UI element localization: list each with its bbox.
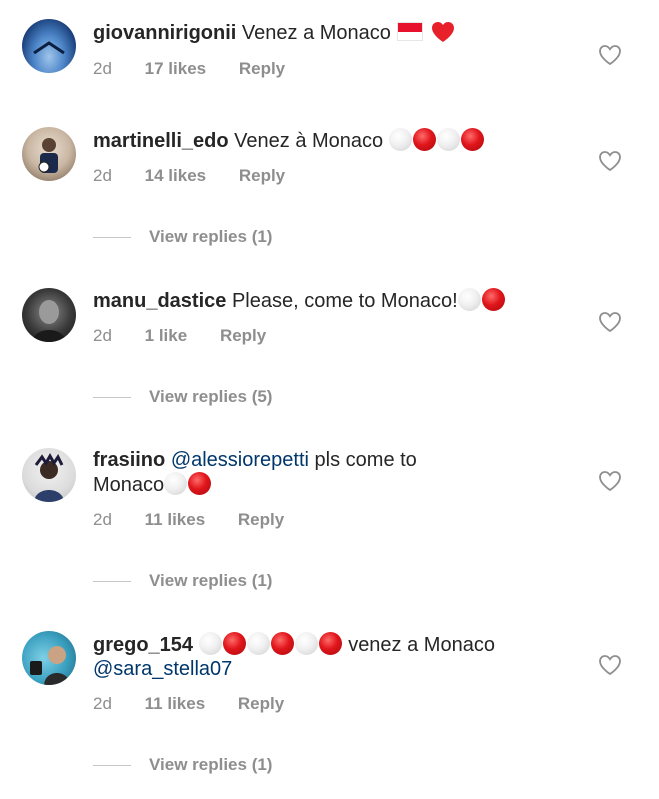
comment-body: venez a Monaco bbox=[348, 634, 495, 656]
reply-button[interactable]: Reply bbox=[239, 59, 285, 79]
divider bbox=[93, 765, 131, 767]
divider bbox=[93, 397, 131, 399]
white-circle-icon bbox=[246, 632, 270, 655]
likes-count[interactable]: 14 likes bbox=[145, 166, 206, 186]
comment-body: Please, come to Monaco! bbox=[231, 290, 458, 312]
comment-body-continued: Monaco bbox=[93, 474, 165, 496]
comment-text: giovannirigonii Venez a Monaco bbox=[93, 21, 579, 45]
comment-meta: 2d 17 likes Reply bbox=[93, 59, 285, 79]
avatar-image bbox=[34, 452, 64, 502]
reply-button[interactable]: Reply bbox=[238, 694, 284, 714]
reply-button[interactable]: Reply bbox=[220, 326, 266, 346]
white-circle-icon bbox=[164, 472, 188, 495]
avatar-image bbox=[33, 41, 65, 55]
comment-text: grego_154 venez a Monaco @sara_stella07 bbox=[93, 632, 579, 681]
username[interactable]: frasiino bbox=[93, 449, 165, 471]
comment-body: Venez a Monaco bbox=[241, 22, 391, 44]
avatar[interactable] bbox=[22, 631, 76, 685]
reply-button[interactable]: Reply bbox=[238, 510, 284, 530]
username[interactable]: grego_154 bbox=[93, 634, 193, 656]
username[interactable]: manu_dastice bbox=[93, 290, 226, 312]
red-circle-icon bbox=[318, 632, 342, 655]
comment-text: manu_dastice Please, come to Monaco! bbox=[93, 288, 579, 313]
avatar-image bbox=[30, 646, 70, 685]
white-circle-icon bbox=[436, 128, 460, 151]
comment-body: pls come to bbox=[314, 449, 417, 471]
avatar[interactable] bbox=[22, 127, 76, 181]
mention-link[interactable]: @sara_stella07 bbox=[93, 658, 232, 680]
white-circle-icon bbox=[198, 632, 222, 655]
red-heart-icon bbox=[431, 22, 454, 42]
heart-outline-icon[interactable] bbox=[598, 150, 622, 172]
timestamp: 2d bbox=[93, 694, 112, 713]
comment-text: frasiino @alessiorepetti pls come to Mon… bbox=[93, 448, 579, 497]
timestamp: 2d bbox=[93, 166, 112, 185]
comment-text: martinelli_edo Venez à Monaco bbox=[93, 128, 579, 153]
likes-count[interactable]: 11 likes bbox=[145, 510, 206, 530]
view-replies-button[interactable]: View replies (1) bbox=[93, 755, 272, 775]
avatar[interactable] bbox=[22, 288, 76, 342]
view-replies-button[interactable]: View replies (1) bbox=[93, 571, 272, 591]
timestamp: 2d bbox=[93, 510, 112, 529]
white-circle-icon bbox=[294, 632, 318, 655]
red-circle-icon bbox=[188, 472, 212, 495]
view-replies-button[interactable]: View replies (1) bbox=[93, 227, 272, 247]
red-circle-icon bbox=[460, 128, 484, 151]
timestamp: 2d bbox=[93, 326, 112, 345]
view-replies-button[interactable]: View replies (5) bbox=[93, 387, 272, 407]
red-circle-icon bbox=[481, 288, 505, 311]
avatar[interactable] bbox=[22, 19, 76, 73]
heart-outline-icon[interactable] bbox=[598, 311, 622, 333]
username[interactable]: giovannirigonii bbox=[93, 22, 236, 44]
heart-outline-icon[interactable] bbox=[598, 44, 622, 66]
white-circle-icon bbox=[388, 128, 412, 151]
heart-outline-icon[interactable] bbox=[598, 654, 622, 676]
heart-outline-icon[interactable] bbox=[598, 470, 622, 492]
comment-meta: 2d 11 likes Reply bbox=[93, 510, 284, 530]
white-circle-icon bbox=[457, 288, 481, 311]
mention-link[interactable]: @alessiorepetti bbox=[171, 449, 309, 471]
divider bbox=[93, 237, 131, 239]
avatar-image bbox=[32, 300, 66, 342]
comment-meta: 2d 14 likes Reply bbox=[93, 166, 285, 186]
divider bbox=[93, 581, 131, 583]
comment-meta: 2d 1 like Reply bbox=[93, 326, 266, 346]
likes-count[interactable]: 1 like bbox=[145, 326, 188, 346]
reply-button[interactable]: Reply bbox=[239, 166, 285, 186]
timestamp: 2d bbox=[93, 59, 112, 78]
red-circle-icon bbox=[412, 128, 436, 151]
likes-count[interactable]: 11 likes bbox=[145, 694, 206, 714]
comment-meta: 2d 11 likes Reply bbox=[93, 694, 284, 714]
avatar-image bbox=[38, 138, 58, 173]
avatar[interactable] bbox=[22, 448, 76, 502]
likes-count[interactable]: 17 likes bbox=[145, 59, 206, 79]
monaco-flag-icon bbox=[396, 22, 423, 41]
red-circle-icon bbox=[270, 632, 294, 655]
red-circle-icon bbox=[222, 632, 246, 655]
comment-body: Venez à Monaco bbox=[234, 130, 384, 152]
username[interactable]: martinelli_edo bbox=[93, 130, 229, 152]
